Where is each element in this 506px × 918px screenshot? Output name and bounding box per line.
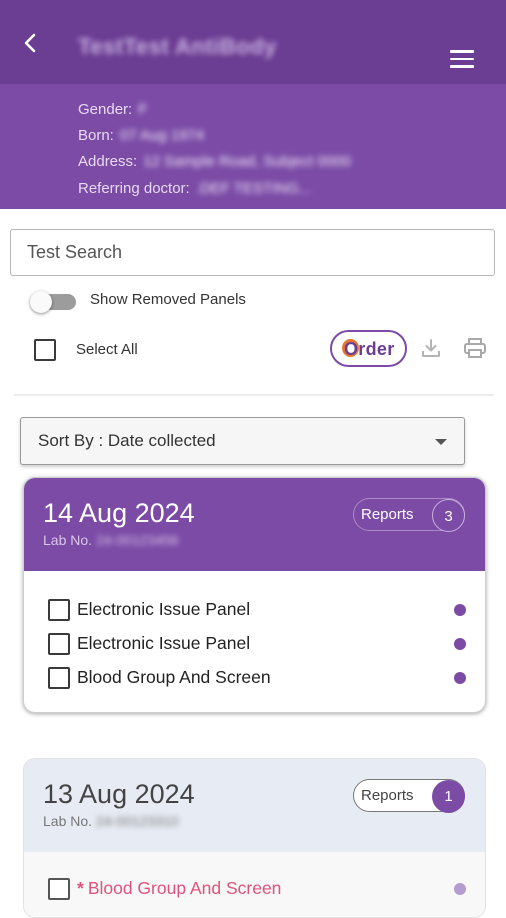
lab-number-value: 24-00123310 bbox=[96, 813, 179, 829]
reports-label: Reports bbox=[361, 506, 414, 523]
lab-number: Lab No. 24-00123456 bbox=[43, 532, 179, 548]
panel-name[interactable]: Electronic Issue Panel bbox=[77, 599, 250, 620]
gender-value: F bbox=[138, 101, 148, 118]
status-dot bbox=[454, 604, 466, 616]
panel-name[interactable]: * Blood Group And Screen bbox=[77, 878, 281, 899]
collection-date: 14 Aug 2024 bbox=[43, 498, 195, 528]
reports-count-badge: 1 bbox=[432, 780, 465, 813]
toggle-knob bbox=[30, 291, 52, 313]
born-value: 07 Aug 1974 bbox=[119, 127, 205, 144]
lab-number: Lab No. 24-00123310 bbox=[43, 813, 179, 829]
reports-button[interactable]: Reports 3 bbox=[353, 498, 465, 532]
panel-name[interactable]: Electronic Issue Panel bbox=[77, 633, 250, 654]
address-value: 12 Sample Road, Subject 0000 bbox=[143, 153, 351, 170]
panel-name-text: Blood Group And Screen bbox=[87, 878, 282, 898]
collection-date: 13 Aug 2024 bbox=[43, 779, 195, 809]
card-header: 14 Aug 2024 Lab No. 24-00123456 Reports 3 bbox=[24, 478, 485, 571]
lab-number-label: Lab No. bbox=[43, 532, 93, 548]
status-dot bbox=[454, 883, 466, 895]
status-dot bbox=[454, 672, 466, 684]
doctor-value: .DEF TESTING... bbox=[195, 180, 312, 197]
lab-number-value: 24-00123456 bbox=[96, 532, 179, 548]
born-row: Born: 07 Aug 1974 bbox=[78, 127, 204, 144]
back-button[interactable] bbox=[18, 30, 44, 56]
app-header: TestTest AntiBody bbox=[0, 0, 506, 84]
gender-label: Gender: bbox=[78, 101, 133, 118]
test-search-input[interactable] bbox=[10, 229, 495, 276]
select-all-checkbox[interactable] bbox=[34, 339, 56, 361]
collection-card: 13 Aug 2024 Lab No. 24-00123310 Reports 1… bbox=[23, 758, 486, 918]
select-all-label: Select All bbox=[76, 341, 138, 358]
address-row: Address: 12 Sample Road, Subject 0000 bbox=[78, 153, 351, 170]
patient-info-panel: Gender: F Born: 07 Aug 1974 Address: 12 Sam… bbox=[0, 84, 506, 209]
doctor-row: Referring doctor: .DEF TESTING... bbox=[78, 180, 311, 197]
address-label: Address: bbox=[78, 153, 138, 170]
panel-row: Electronic Issue Panel bbox=[48, 631, 468, 657]
panel-row: * Blood Group And Screen bbox=[48, 876, 468, 902]
hamburger-menu-icon[interactable] bbox=[450, 50, 474, 68]
panel-checkbox[interactable] bbox=[48, 667, 70, 689]
doctor-label: Referring doctor: bbox=[78, 180, 190, 197]
download-button[interactable] bbox=[420, 337, 442, 364]
download-icon bbox=[422, 339, 440, 357]
reports-button[interactable]: Reports 1 bbox=[353, 779, 465, 813]
panel-checkbox[interactable] bbox=[48, 599, 70, 621]
lab-number-label: Lab No. bbox=[43, 813, 93, 829]
sort-dropdown[interactable]: Sort By : Date collected bbox=[20, 417, 465, 465]
printer-icon bbox=[464, 338, 486, 358]
reports-label: Reports bbox=[361, 787, 414, 804]
panel-checkbox[interactable] bbox=[48, 878, 70, 900]
panel-checkbox[interactable] bbox=[48, 633, 70, 655]
card-header: 13 Aug 2024 Lab No. 24-00123310 Reports 1 bbox=[24, 759, 485, 852]
sort-label: Sort By : Date collected bbox=[38, 431, 216, 450]
patient-name-title: TestTest AntiBody bbox=[78, 34, 277, 59]
panel-row: Electronic Issue Panel bbox=[48, 597, 468, 623]
caret-down-icon bbox=[435, 439, 447, 445]
divider bbox=[14, 394, 494, 396]
order-label: Order bbox=[344, 339, 395, 359]
show-removed-toggle[interactable] bbox=[30, 291, 76, 313]
panel-name[interactable]: Blood Group And Screen bbox=[77, 667, 271, 688]
gender-row: Gender: F bbox=[78, 101, 147, 118]
panel-row: Blood Group And Screen bbox=[48, 665, 468, 691]
print-button[interactable] bbox=[463, 337, 487, 364]
show-removed-label: Show Removed Panels bbox=[90, 291, 246, 308]
status-dot bbox=[454, 638, 466, 650]
chevron-left-icon bbox=[24, 33, 36, 53]
removed-marker: * bbox=[77, 878, 84, 898]
collection-card: 14 Aug 2024 Lab No. 24-00123456 Reports 3… bbox=[23, 477, 486, 713]
born-label: Born: bbox=[78, 127, 114, 144]
order-button[interactable]: Order bbox=[330, 330, 407, 367]
reports-count-badge: 3 bbox=[432, 499, 465, 532]
